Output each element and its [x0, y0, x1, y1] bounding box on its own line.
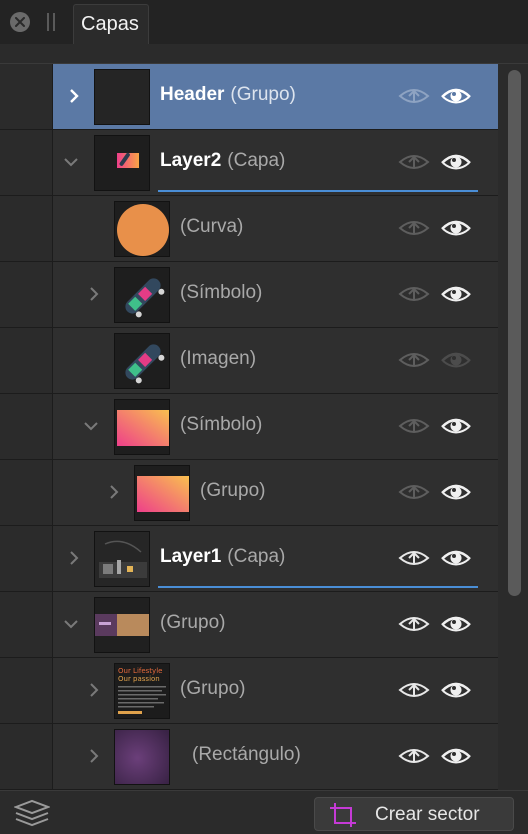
layer-type: (Grupo) [230, 84, 296, 105]
layer-thumbnail [114, 729, 170, 785]
layer-row-symbol[interactable]: (Símbolo) [0, 262, 498, 328]
eye-visible-icon[interactable] [440, 281, 472, 307]
eye-visible-icon[interactable] [440, 677, 472, 703]
layer-thumbnail [114, 267, 170, 323]
chevron-right-icon[interactable] [86, 748, 102, 764]
panel-tab-bar: Capas [0, 0, 528, 44]
active-layer-underline [158, 586, 478, 588]
layer-row-image[interactable]: (Imagen) [0, 328, 498, 394]
thumb-text-line2: Our passion [118, 675, 160, 683]
eye-hidden-icon[interactable] [440, 347, 472, 373]
chevron-down-icon[interactable] [63, 154, 79, 170]
layer-thumbnail [114, 201, 170, 257]
layer-row-group-banner[interactable]: (Grupo) [0, 592, 498, 658]
lock-toggle-icon[interactable] [398, 744, 430, 768]
layer-thumbnail [94, 531, 150, 587]
eye-visible-icon[interactable] [440, 611, 472, 637]
layer-thumbnail [94, 597, 150, 653]
lock-toggle-icon[interactable] [398, 282, 430, 306]
layer-type: (Grupo) [160, 612, 226, 633]
layer-thumbnail [94, 135, 150, 191]
tab-layers[interactable]: Capas [73, 4, 149, 44]
close-panel-icon[interactable] [10, 12, 30, 32]
chevron-down-icon[interactable] [63, 616, 79, 632]
layer-type: (Curva) [180, 216, 244, 237]
layer-row-rectangle[interactable]: (Rectángulo) [0, 724, 498, 790]
chevron-right-icon[interactable] [66, 550, 82, 566]
chevron-right-icon[interactable] [86, 286, 102, 302]
layer-name: Layer1 [160, 546, 222, 567]
layer-type: (Rectángulo) [192, 744, 301, 765]
lock-toggle-icon[interactable] [398, 678, 430, 702]
eye-visible-icon[interactable] [440, 545, 472, 571]
active-layer-underline [158, 190, 478, 192]
chevron-right-icon[interactable] [86, 682, 102, 698]
lock-toggle-icon[interactable] [398, 480, 430, 504]
layer-thumbnail [114, 399, 170, 455]
eye-visible-icon[interactable] [440, 83, 472, 109]
layer-thumbnail [94, 69, 150, 125]
panel-header-strip [0, 44, 528, 64]
chevron-down-icon[interactable] [83, 418, 99, 434]
layer-type: (Grupo) [180, 678, 246, 699]
chevron-right-icon[interactable] [66, 88, 82, 104]
slice-icon [330, 803, 356, 827]
layer-row-group-nested[interactable]: (Grupo) [0, 460, 498, 526]
scrollbar-thumb[interactable] [508, 70, 521, 596]
tab-layers-label: Capas [81, 13, 139, 35]
create-slice-button[interactable]: Crear sector [314, 797, 514, 831]
panel-footer: Crear sector [0, 790, 528, 834]
layer-type: (Símbolo) [180, 414, 263, 435]
eye-visible-icon[interactable] [440, 215, 472, 241]
layer-thumbnail [114, 333, 170, 389]
layer-row-header[interactable]: Header (Grupo) [0, 64, 498, 130]
layer-type: (Símbolo) [180, 282, 263, 303]
eye-visible-icon[interactable] [440, 743, 472, 769]
eye-visible-icon[interactable] [440, 413, 472, 439]
eye-visible-icon[interactable] [440, 149, 472, 175]
chevron-right-icon[interactable] [106, 484, 122, 500]
layer-row-layer2[interactable]: Layer2 (Capa) [0, 130, 498, 196]
layer-type: (Capa) [227, 150, 286, 171]
create-slice-label: Crear sector [375, 804, 480, 825]
layer-row-symbol-2[interactable]: (Símbolo) [0, 394, 498, 460]
layer-name: Layer2 [160, 150, 222, 171]
layer-name: Header [160, 84, 225, 105]
lock-toggle-icon[interactable] [398, 348, 430, 372]
layer-thumbnail: Our Lifestyle Our passion [114, 663, 170, 719]
layer-type: (Grupo) [200, 480, 266, 501]
lock-toggle-icon[interactable] [398, 150, 430, 174]
lock-toggle-icon[interactable] [398, 84, 430, 108]
eye-visible-icon[interactable] [440, 479, 472, 505]
lock-toggle-icon[interactable] [398, 612, 430, 636]
lock-toggle-icon[interactable] [398, 216, 430, 240]
thumb-text-line1: Our Lifestyle [118, 667, 162, 675]
layer-thumbnail [134, 465, 190, 521]
layer-row-group-text[interactable]: Our Lifestyle Our passion (Grupo) [0, 658, 498, 724]
layer-type: (Capa) [227, 546, 286, 567]
lock-toggle-icon[interactable] [398, 414, 430, 438]
layer-type: (Imagen) [180, 348, 257, 369]
layer-row-curve[interactable]: (Curva) [0, 196, 498, 262]
layers-stack-icon[interactable] [14, 799, 50, 827]
lock-toggle-icon[interactable] [398, 546, 430, 570]
layers-list: Header (Grupo) Layer2 (Capa) (Curva) (Sí… [0, 64, 528, 790]
layer-row-layer1[interactable]: Layer1 (Capa) [0, 526, 498, 592]
drag-grip-icon[interactable] [47, 13, 57, 31]
